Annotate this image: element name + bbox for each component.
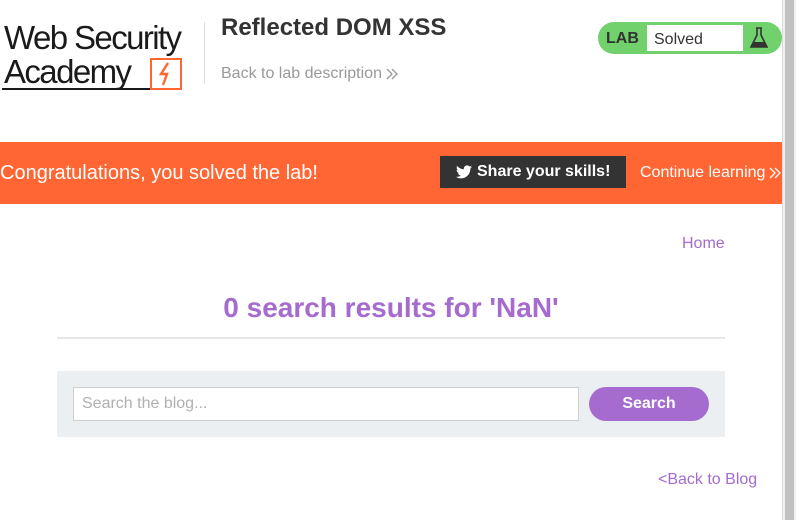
logo-text-line1: Web Security [4,19,182,56]
flask-icon [749,27,769,48]
share-skills-button[interactable]: Share your skills! [440,156,626,188]
search-results-heading: 0 search results for 'NaN' [223,292,559,323]
home-link[interactable]: Home [682,235,725,253]
lab-title: Reflected DOM XSS [221,14,447,41]
congratulations-banner: Congratulations, you solved the lab! Sha… [0,142,782,204]
web-security-academy-logo[interactable]: Web Security Academy [2,18,202,94]
share-skills-label: Share your skills! [477,163,611,180]
scrollbar-thumb[interactable] [785,0,794,520]
results-divider [57,337,725,339]
lab-status-label: LAB [606,30,639,47]
vertical-scrollbar[interactable] [782,0,796,520]
back-link-label: Back to lab description [221,65,382,82]
logo-lightning-icon [150,58,182,90]
banner-message: Congratulations, you solved the lab! [0,162,318,184]
continue-learning-link[interactable]: Continue learning [640,164,782,182]
blog-search-form: Search [57,371,725,437]
header-divider [204,22,205,84]
lab-status-widget: LAB Solved [598,22,782,54]
page-header: Web Security Academy Reflected DOM XSS B… [0,0,782,142]
double-chevron-right-icon [386,68,398,80]
twitter-icon [456,165,472,179]
back-to-blog-link[interactable]: <Back to Blog [658,471,757,489]
lab-status-value: Solved [646,24,744,52]
logo-underline [2,88,150,90]
search-button[interactable]: Search [589,387,709,421]
logo-text-line2: Academy [4,53,132,90]
back-to-lab-description-link[interactable]: Back to lab description [221,65,398,83]
continue-learning-label: Continue learning [640,164,766,181]
double-chevron-right-icon [769,167,782,179]
blog-search-input[interactable] [73,387,579,421]
